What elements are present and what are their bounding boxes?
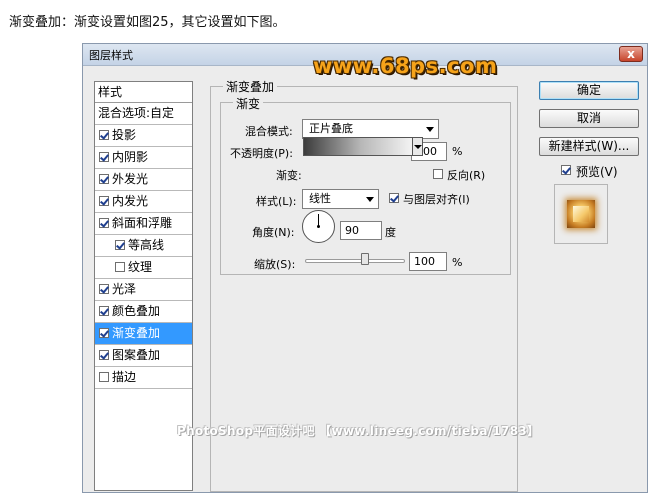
scale-unit: % <box>452 256 463 269</box>
chevron-down-icon <box>366 197 374 202</box>
style-item-color-overlay[interactable]: 颜色叠加 <box>95 301 192 323</box>
gradient-preview-swatch[interactable] <box>303 137 423 156</box>
angle-input[interactable]: 90 <box>340 221 382 240</box>
scale-input[interactable]: 100 <box>409 252 447 271</box>
preview-image <box>567 200 595 228</box>
style-item-outer-glow[interactable]: 外发光 <box>95 169 192 191</box>
scale-slider-thumb[interactable] <box>361 253 369 265</box>
style-item-label: 纹理 <box>128 260 153 274</box>
style-item-texture[interactable]: 纹理 <box>95 257 192 279</box>
reverse-checkbox[interactable] <box>433 169 443 179</box>
preview-label: 预览(V) <box>576 165 618 179</box>
angle-label: 角度(N): <box>252 226 295 239</box>
texture-checkbox[interactable] <box>115 262 125 272</box>
opacity-label: 不透明度(P): <box>230 147 293 160</box>
gradient-dropdown-button[interactable] <box>412 137 423 156</box>
style-item-stroke[interactable]: 描边 <box>95 367 192 389</box>
gradient-style-value: 线性 <box>309 192 331 205</box>
dialog-titlebar[interactable]: 图层样式 www.68ps.com x <box>83 44 647 78</box>
style-item-label: 描边 <box>112 370 137 384</box>
preview-checkbox[interactable] <box>561 165 571 175</box>
new-style-button[interactable]: 新建样式(W)... <box>539 137 639 156</box>
style-item-blending-options[interactable]: 混合选项:自定 <box>95 103 192 125</box>
reverse-label: 反向(R) <box>447 169 486 182</box>
contour-checkbox[interactable] <box>115 240 125 250</box>
style-label: 样式(L): <box>256 195 297 208</box>
angle-center-dot <box>317 225 320 228</box>
style-item-label: 颜色叠加 <box>112 304 161 318</box>
style-item-label: 等高线 <box>128 238 165 252</box>
style-item-label: 内发光 <box>112 194 149 208</box>
stroke-checkbox[interactable] <box>99 372 109 382</box>
style-item-drop-shadow[interactable]: 投影 <box>95 125 192 147</box>
style-item-label: 投影 <box>112 128 137 142</box>
style-item-label: 图案叠加 <box>112 348 161 362</box>
style-item-bevel-emboss[interactable]: 斜面和浮雕 <box>95 213 192 235</box>
style-item-contour[interactable]: 等高线 <box>95 235 192 257</box>
style-item-label: 内阴影 <box>112 150 149 164</box>
scale-slider-track[interactable] <box>305 259 405 263</box>
chevron-down-icon <box>426 127 434 132</box>
gradient-style-select[interactable]: 线性 <box>302 189 379 209</box>
style-preview-thumbnail <box>554 184 608 244</box>
opacity-unit: % <box>452 145 463 158</box>
angle-dial[interactable] <box>302 210 335 243</box>
subsection-title: 渐变 <box>233 95 264 112</box>
style-item-label: 斜面和浮雕 <box>112 216 173 230</box>
pattern-overlay-checkbox[interactable] <box>99 350 109 360</box>
satin-checkbox[interactable] <box>99 284 109 294</box>
style-item-label: 渐变叠加 <box>112 326 161 340</box>
cancel-button[interactable]: 取消 <box>539 109 639 128</box>
drop-shadow-checkbox[interactable] <box>99 130 109 140</box>
style-item-pattern-overlay[interactable]: 图案叠加 <box>95 345 192 367</box>
style-item-label: 外发光 <box>112 172 149 186</box>
scale-label: 缩放(S): <box>254 258 296 271</box>
gradient-overlay-checkbox[interactable] <box>99 328 109 338</box>
footer-watermark: PhotoShop平面设计吧 【www.lineeg.com/tieba/178… <box>177 424 540 438</box>
align-with-layer-checkbox[interactable] <box>389 193 399 203</box>
ok-button[interactable]: 确定 <box>539 81 639 100</box>
style-item-satin[interactable]: 光泽 <box>95 279 192 301</box>
angle-unit: 度 <box>385 226 396 239</box>
blend-mode-select[interactable]: 正片叠底 <box>302 119 439 139</box>
styles-header[interactable]: 样式 <box>95 82 192 103</box>
gradient-label: 渐变: <box>276 169 302 182</box>
outer-glow-checkbox[interactable] <box>99 174 109 184</box>
intro-text: 渐变叠加：渐变设置如图25，其它设置如下图。 <box>9 15 286 30</box>
close-button[interactable]: x <box>619 46 643 62</box>
style-item-label: 光泽 <box>112 282 137 296</box>
bevel-emboss-checkbox[interactable] <box>99 218 109 228</box>
dialog-title: 图层样式 <box>89 49 133 62</box>
color-overlay-checkbox[interactable] <box>99 306 109 316</box>
site-logo-watermark: www.68ps.com <box>313 54 498 78</box>
inner-glow-checkbox[interactable] <box>99 196 109 206</box>
inner-shadow-checkbox[interactable] <box>99 152 109 162</box>
blend-mode-value: 正片叠底 <box>309 122 353 135</box>
align-with-layer-label: 与图层对齐(I) <box>403 193 470 206</box>
section-title: 渐变叠加 <box>223 78 278 95</box>
chevron-down-icon <box>414 145 422 149</box>
blend-mode-label: 混合模式: <box>245 125 293 138</box>
style-item-inner-glow[interactable]: 内发光 <box>95 191 192 213</box>
style-item-inner-shadow[interactable]: 内阴影 <box>95 147 192 169</box>
style-item-gradient-overlay[interactable]: 渐变叠加 <box>95 323 192 345</box>
